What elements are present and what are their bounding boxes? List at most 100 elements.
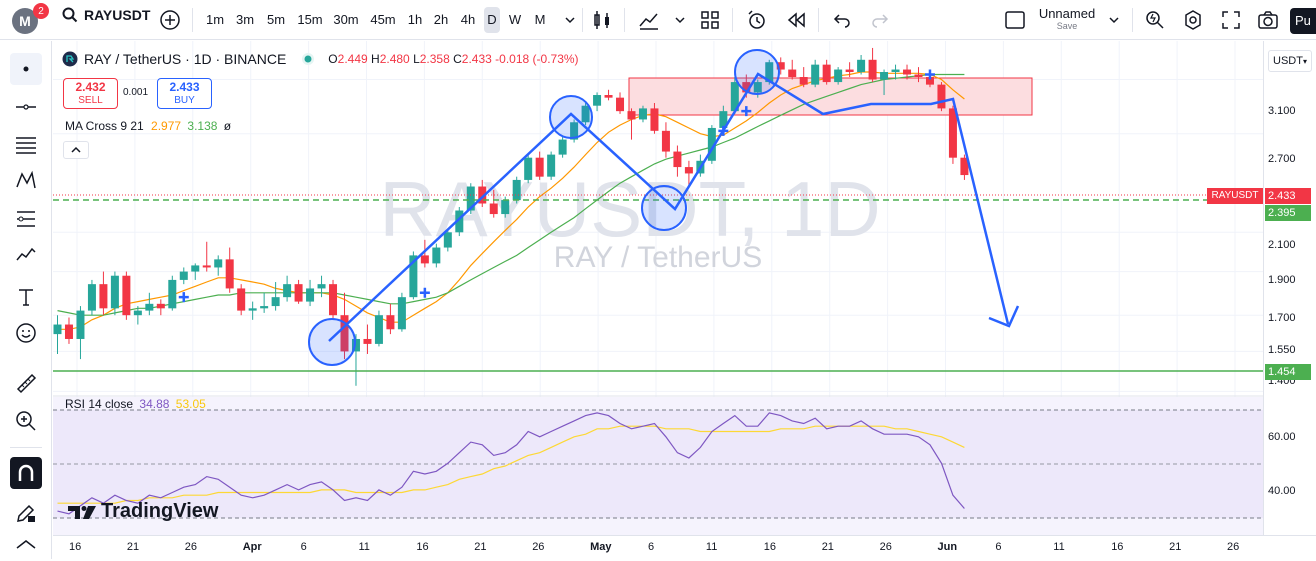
hide-drawings-tool[interactable] [10,529,42,561]
candle-body [558,139,567,155]
highlight-circle[interactable] [549,95,593,139]
snapshot-camera-icon[interactable] [1256,8,1280,32]
undo-icon[interactable] [830,8,854,32]
interval-45m[interactable]: 45m [368,7,398,33]
highlight-circle[interactable] [308,318,356,366]
interval-15m[interactable]: 15m [295,7,325,33]
zoom-in-icon [16,411,36,431]
resistance-zone-rectangle[interactable] [628,77,1033,116]
candle-body [638,108,647,120]
currency-label: USDT [1273,55,1303,67]
buy-price: 2.433 [169,80,200,94]
eye-icon [16,540,36,549]
candle-body [306,288,315,302]
fib-tool[interactable] [10,129,42,161]
replay-icon[interactable] [784,8,808,32]
quick-search-icon[interactable] [1143,8,1167,32]
currency-selector[interactable]: USDT▾ [1268,50,1312,72]
candle-body [650,108,659,131]
interval-D[interactable]: D [484,7,500,33]
ruler-icon [16,373,37,394]
cursor-dot-tool[interactable] [10,53,42,85]
time-tick: 21 [821,541,834,553]
zoom-tool[interactable] [10,405,42,437]
interval-W[interactable]: W [506,7,524,33]
highlight-circle[interactable] [641,185,687,231]
chart-canvas[interactable]: RAYUSDT, 1D RAY / TetherUS [53,41,1263,535]
emoji-tool[interactable] [10,317,42,349]
interval-1h[interactable]: 1h [406,7,424,33]
interval-M[interactable]: M [532,7,548,33]
interval-1m[interactable]: 1m [204,7,226,33]
publish-button[interactable]: Pu [1290,8,1316,34]
price-tick: 3.100 [1268,105,1296,117]
tradingview-logo-icon [68,505,96,519]
sell-label: SELL [78,95,103,106]
separator [582,8,583,32]
settings-gear-icon[interactable] [1181,8,1205,32]
text-tool[interactable] [10,281,42,313]
brush-tool[interactable] [10,239,42,271]
support-price-tag: 2.395 [1265,205,1311,221]
ohlc-values: O2.449 H2.480 L2.358 C2.433 -0.018 (-0.7… [328,52,578,66]
candle-body [788,69,797,78]
indicators-icon[interactable] [637,8,661,32]
alert-clock-icon[interactable] [745,8,769,32]
candle-body [317,284,326,289]
collapse-legend-button[interactable] [63,141,89,159]
interval-3m[interactable]: 3m [234,7,256,33]
candle-body [179,271,188,280]
trend-line-tool[interactable] [10,91,42,123]
rsi-legend[interactable]: RSI 14 close 34.88 53.05 [65,397,206,411]
measure-tool[interactable] [10,367,42,399]
pattern-tool[interactable] [10,165,42,197]
tradingview-logo[interactable]: TradingView [67,500,218,523]
time-tick: 11 [1053,541,1065,553]
candle-body [604,95,613,98]
interval-dropdown-icon[interactable] [558,8,582,32]
highlight-circle[interactable] [734,49,780,95]
layout-grid-icon[interactable] [698,8,722,32]
time-axis[interactable]: 16 21 26 Apr 6 11 16 21 26 May 6 11 16 21 26 Jun 6 11 16 21… [53,535,1316,559]
pencil-lock-icon [17,504,35,522]
symbol-price-label: RAYUSDT [1207,188,1263,204]
interval-30m[interactable]: 30m [331,7,361,33]
layout-dropdown-icon[interactable] [1102,8,1126,32]
layout-checkbox-icon[interactable] [1003,8,1027,32]
time-tick: 26 [184,541,198,553]
symbol-title[interactable]: RAY / TetherUS · 1D · BINANCE [84,51,286,67]
candle-body [363,338,372,344]
time-tick: 11 [358,541,370,553]
indicators-dropdown-icon[interactable] [668,8,692,32]
buy-label: BUY [174,95,195,106]
interval-4h[interactable]: 4h [458,7,478,33]
fullscreen-icon[interactable] [1219,8,1243,32]
chart-pane[interactable]: RAYUSDT, 1D RAY / TetherUS TradingView [53,41,1263,535]
notification-badge: 2 [33,3,49,19]
time-tick: Jun [937,541,958,553]
ma-cross-name: MA Cross 9 21 [65,119,144,133]
price-tick: 1.700 [1268,312,1296,324]
sell-price: 2.432 [75,80,106,94]
buy-button[interactable]: 2.433 BUY [157,78,212,109]
candle-body [202,265,211,268]
candles-chart-type-icon[interactable] [590,8,614,32]
candle-body [684,167,693,174]
layout-name-button[interactable]: Unnamed Save [1035,6,1099,31]
redo-icon[interactable] [868,8,892,32]
symbol-search-button[interactable]: RAYUSDT [62,7,150,23]
magnet-mode-tool[interactable] [10,457,42,489]
candle-body [512,179,521,201]
price-axis[interactable]: USDT▾ 3.100 2.700 2.100 1.900 1.700 1.55… [1263,41,1316,535]
candle-body [501,200,510,215]
lock-drawings-tool[interactable] [10,497,42,529]
candle-body [260,306,269,309]
candle-body [903,69,912,75]
compare-add-icon[interactable] [158,8,182,32]
separator [1132,8,1133,32]
ma-cross-legend[interactable]: MA Cross 9 21 2.977 3.138 ø [65,119,231,133]
sell-button[interactable]: 2.432 SELL [63,78,118,109]
interval-2h[interactable]: 2h [431,7,451,33]
interval-5m[interactable]: 5m [264,7,288,33]
projection-tool[interactable] [10,203,42,235]
